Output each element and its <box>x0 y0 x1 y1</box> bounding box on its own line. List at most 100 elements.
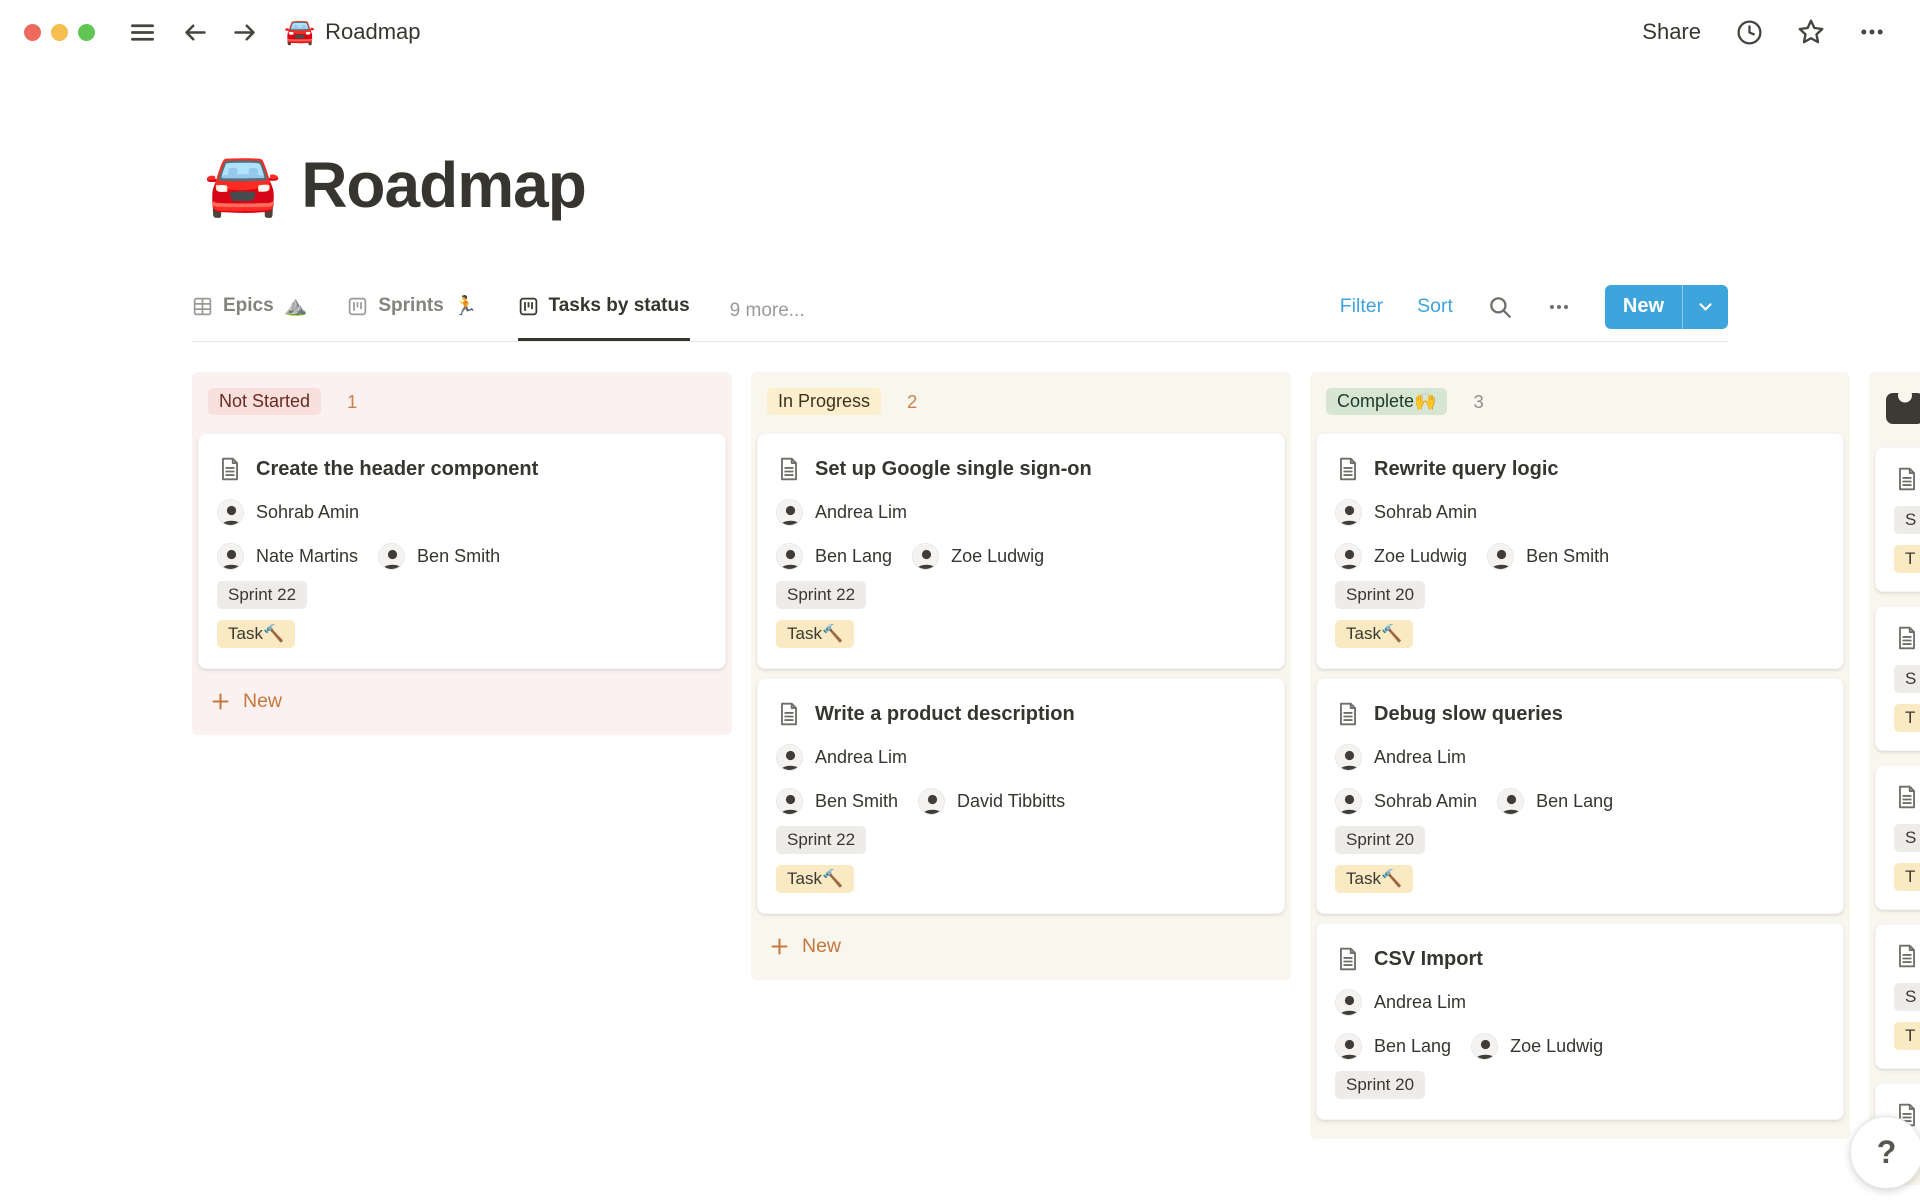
tab-sprints[interactable]: Sprints🏃 <box>347 280 477 341</box>
page-title[interactable]: 🚘 Roadmap <box>204 148 586 222</box>
tab-tasks-by-status[interactable]: Tasks by status <box>518 280 690 341</box>
assignee-name: Nate Martins <box>256 546 358 567</box>
assignee: David Tibbitts <box>918 788 1065 815</box>
history-clock-icon[interactable] <box>1735 18 1764 47</box>
sprint-tag: Sprint 20 <box>1335 1071 1425 1099</box>
avatar <box>918 788 945 815</box>
column-count: 2 <box>907 391 917 413</box>
view-options-icon[interactable] <box>1547 295 1571 319</box>
task-tag: T <box>1894 704 1920 732</box>
new-button-group: New <box>1605 285 1728 329</box>
assignee: Andrea Lim <box>1335 989 1466 1016</box>
task-card[interactable]: ST <box>1875 447 1920 592</box>
assignee-name: Sohrab Amin <box>1374 791 1477 812</box>
task-card[interactable]: ST <box>1875 606 1920 751</box>
sprint-tag: Sprint 22 <box>776 581 866 609</box>
inbox-icon[interactable] <box>1885 390 1920 427</box>
new-button[interactable]: New <box>1605 285 1682 329</box>
chevron-down-icon <box>1697 298 1714 315</box>
task-card[interactable]: Set up Google single sign-onAndrea LimBe… <box>757 433 1285 669</box>
breadcrumb-page-title: Roadmap <box>325 19 420 45</box>
assignee-name: Ben Lang <box>1374 1036 1451 1057</box>
assignee: Ben Smith <box>378 543 500 570</box>
task-tag: Task🔨 <box>1335 865 1413 893</box>
breadcrumb-page-emoji: 🚘 <box>284 20 315 45</box>
page-title-text: Roadmap <box>301 148 586 222</box>
window-titlebar: 🚘 Roadmap Share <box>0 0 1920 64</box>
more-options-icon[interactable] <box>1858 18 1886 46</box>
table-icon <box>192 296 213 317</box>
search-icon[interactable] <box>1487 294 1513 320</box>
task-card[interactable]: Create the header componentSohrab AminNa… <box>198 433 726 669</box>
avatar <box>1487 543 1514 570</box>
tab-epics[interactable]: Epics⛰️ <box>192 280 307 341</box>
assignee-name: Zoe Ludwig <box>1510 1036 1603 1057</box>
assignee-name: Sohrab Amin <box>256 502 359 523</box>
add-card-button[interactable]: New <box>198 678 726 725</box>
avatar <box>1335 788 1362 815</box>
minimize-window-button[interactable] <box>51 24 68 41</box>
avatar <box>776 788 803 815</box>
page-doc-icon <box>1894 466 1920 492</box>
avatar <box>217 543 244 570</box>
sprint-tag: S <box>1894 824 1920 852</box>
board-column-complete-: Complete🙌3Rewrite query logicSohrab Amin… <box>1310 372 1850 1139</box>
favorite-star-icon[interactable] <box>1796 17 1826 47</box>
task-card[interactable]: Debug slow queriesAndrea LimSohrab AminB… <box>1316 678 1844 914</box>
task-card[interactable]: ST <box>1875 924 1920 1069</box>
filter-button[interactable]: Filter <box>1340 295 1383 318</box>
assignee-name: Sohrab Amin <box>1374 502 1477 523</box>
board-column-in-progress: In Progress 2 Set up Google single sign-on… <box>751 372 1291 980</box>
more-views-button[interactable]: 9 more... <box>730 300 805 322</box>
assignee-name: Ben Smith <box>815 791 898 812</box>
avatar <box>1335 499 1362 526</box>
task-card[interactable]: Rewrite query logicSohrab AminZoe Ludwig… <box>1316 433 1844 669</box>
task-title: Debug slow queries <box>1374 703 1563 726</box>
page-doc-icon <box>1335 456 1361 482</box>
avatar <box>1471 1033 1498 1060</box>
add-card-label: New <box>802 935 841 958</box>
zoom-window-button[interactable] <box>78 24 95 41</box>
task-tag: T <box>1894 545 1920 573</box>
add-card-button[interactable]: New <box>757 923 1285 970</box>
assignee: Sohrab Amin <box>1335 788 1477 815</box>
forward-arrow-icon[interactable] <box>231 19 258 46</box>
task-tag: T <box>1894 863 1920 891</box>
avatar <box>776 744 803 771</box>
tab-label: Tasks by status <box>549 295 690 317</box>
assignee-name: Andrea Lim <box>815 747 907 768</box>
assignee-name: David Tibbitts <box>957 791 1065 812</box>
page-doc-icon <box>1894 625 1920 651</box>
new-dropdown-button[interactable] <box>1682 285 1728 329</box>
task-card[interactable]: Write a product descriptionAndrea LimBen… <box>757 678 1285 914</box>
assignee-name: Ben Smith <box>417 546 500 567</box>
assignee: Sohrab Amin <box>217 499 359 526</box>
column-status-badge[interactable]: Not Started <box>208 388 321 415</box>
task-tag: Task🔨 <box>776 620 854 648</box>
column-status-badge[interactable]: Complete🙌 <box>1326 388 1447 415</box>
close-window-button[interactable] <box>24 24 41 41</box>
sort-button[interactable]: Sort <box>1417 295 1453 318</box>
assignee: Andrea Lim <box>776 744 907 771</box>
task-tag: T <box>1894 1022 1920 1050</box>
task-card[interactable]: CSV ImportAndrea LimBen LangZoe LudwigSp… <box>1316 923 1844 1120</box>
assignee: Zoe Ludwig <box>1471 1033 1603 1060</box>
back-arrow-icon[interactable] <box>182 19 209 46</box>
sidebar-menu-icon[interactable] <box>129 19 156 46</box>
column-status-badge[interactable]: In Progress <box>767 388 881 415</box>
share-button[interactable]: Share <box>1642 19 1701 45</box>
avatar <box>1335 744 1362 771</box>
kanban-board: Not Started1Create the header componentS… <box>192 372 1920 1185</box>
breadcrumb[interactable]: 🚘 Roadmap <box>284 19 421 45</box>
task-card[interactable]: ST <box>1875 765 1920 910</box>
sprint-tag: Sprint 20 <box>1335 826 1425 854</box>
page-doc-icon <box>776 701 802 727</box>
traffic-lights <box>24 24 95 41</box>
help-button[interactable]: ? <box>1850 1116 1920 1189</box>
sprint-tag: Sprint 20 <box>1335 581 1425 609</box>
assignee: Zoe Ludwig <box>912 543 1044 570</box>
page-emoji[interactable]: 🚘 <box>204 154 281 216</box>
assignee: Ben Lang <box>1497 788 1613 815</box>
assignee-name: Andrea Lim <box>815 502 907 523</box>
sprint-tag: S <box>1894 506 1920 534</box>
